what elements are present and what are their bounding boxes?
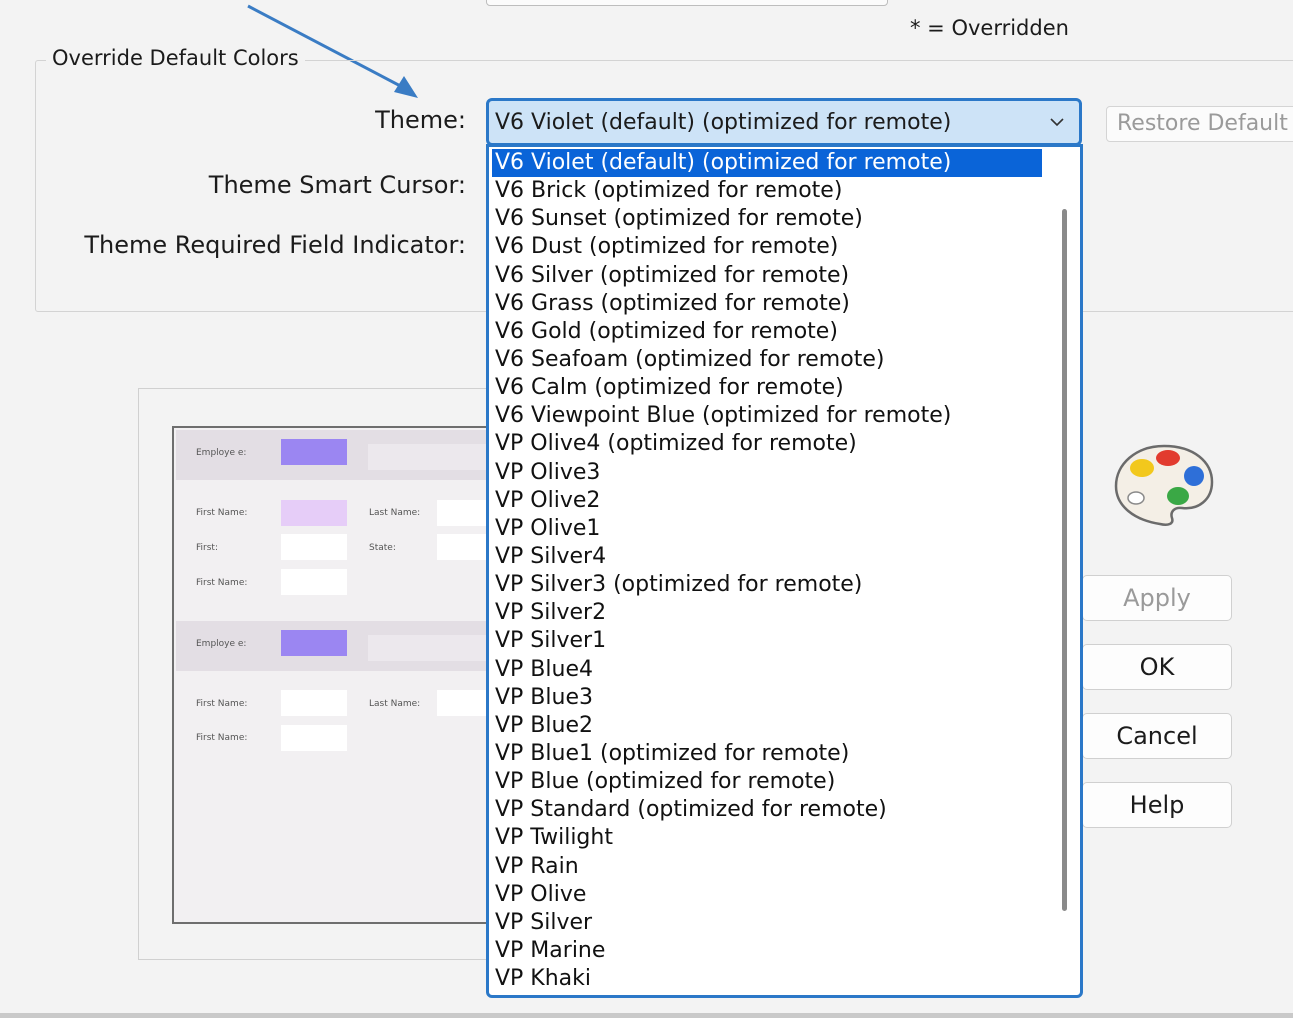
theme-combobox-value: V6 Violet (default) (optimized for remot… (495, 110, 952, 135)
preview-last-name-label: Last Name: (369, 508, 421, 518)
theme-option[interactable]: VP Silver4 (492, 543, 1042, 571)
preview-first-name-label: First Name: (196, 508, 248, 518)
theme-option[interactable]: V6 Sunset (optimized for remote) (492, 205, 1042, 233)
preview-first-name-label-3: First Name: (196, 699, 248, 709)
cancel-button[interactable]: Cancel (1082, 713, 1232, 759)
theme-option[interactable]: VP Olive2 (492, 487, 1042, 515)
theme-option[interactable]: V6 Brick (optimized for remote) (492, 177, 1042, 205)
apply-button[interactable]: Apply (1082, 575, 1232, 621)
help-button[interactable]: Help (1082, 782, 1232, 828)
theme-dropdown-list[interactable]: V6 Violet (default) (optimized for remot… (486, 144, 1083, 998)
theme-option[interactable]: VP Khaki (492, 965, 1042, 993)
restore-default-label: Restore Default (1117, 111, 1288, 136)
theme-option[interactable]: VP Blue4 (492, 656, 1042, 684)
theme-option[interactable]: VP Twilight (492, 824, 1042, 852)
theme-option[interactable]: V6 Gold (optimized for remote) (492, 318, 1042, 346)
theme-options-list: V6 Violet (default) (optimized for remot… (492, 149, 1042, 993)
theme-option[interactable]: VP Marine (492, 937, 1042, 965)
top-field-stub (486, 0, 888, 6)
preview-state-label: State: (369, 543, 396, 553)
ok-button[interactable]: OK (1082, 644, 1232, 690)
theme-option[interactable]: V6 Violet (default) (optimized for remot… (492, 149, 1042, 178)
theme-option[interactable]: VP Silver3 (optimized for remote) (492, 571, 1042, 599)
theme-option[interactable]: VP Silver (492, 909, 1042, 937)
theme-option[interactable]: VP Olive1 (492, 515, 1042, 543)
theme-option[interactable]: VP Rain (492, 853, 1042, 881)
theme-option[interactable]: VP Olive4 (optimized for remote) (492, 430, 1042, 458)
theme-option[interactable]: VP Olive (492, 881, 1042, 909)
theme-smart-cursor-label: Theme Smart Cursor: (208, 171, 466, 199)
preview-employee-label-2: Employe e: (196, 639, 247, 649)
preview-employee-label: Employe e: (196, 448, 247, 458)
theme-option[interactable]: VP Silver1 (492, 627, 1042, 655)
theme-option[interactable]: VP Blue1 (optimized for remote) (492, 740, 1042, 768)
theme-option[interactable]: V6 Viewpoint Blue (optimized for remote) (492, 402, 1042, 430)
theme-combobox[interactable]: V6 Violet (default) (optimized for remot… (486, 98, 1082, 146)
theme-option[interactable]: V6 Dust (optimized for remote) (492, 233, 1042, 261)
bottom-divider (0, 1013, 1293, 1018)
preview-primary-swatch-2 (281, 630, 347, 656)
theme-option[interactable]: VP Standard (optimized for remote) (492, 796, 1042, 824)
theme-option[interactable]: V6 Calm (optimized for remote) (492, 374, 1042, 402)
theme-option[interactable]: VP Blue (optimized for remote) (492, 768, 1042, 796)
preview-first-field (281, 534, 347, 560)
theme-option[interactable]: V6 Silver (optimized for remote) (492, 262, 1042, 290)
theme-option[interactable]: VP Olive3 (492, 459, 1042, 487)
preview-first-name-label-4: First Name: (196, 733, 248, 743)
preview-light-swatch (281, 500, 347, 526)
chevron-down-icon[interactable] (1049, 114, 1065, 130)
group-legend: Override Default Colors (46, 46, 305, 70)
preview-first-name-label-2: First Name: (196, 578, 248, 588)
preview-last-name-label-2: Last Name: (369, 699, 421, 709)
preview-primary-swatch (281, 439, 347, 465)
palette-icon[interactable] (1112, 440, 1216, 528)
theme-label: Theme: (375, 106, 466, 134)
overridden-note: * = Overridden (910, 16, 1069, 40)
theme-option[interactable]: V6 Seafoam (optimized for remote) (492, 346, 1042, 374)
preview-first-name-field-2 (281, 569, 347, 595)
theme-option[interactable]: VP Silver2 (492, 599, 1042, 627)
theme-option[interactable]: VP Blue3 (492, 684, 1042, 712)
dropdown-scrollbar[interactable] (1062, 209, 1067, 911)
restore-default-button[interactable]: Restore Default (1106, 106, 1293, 142)
preview-first-label: First: (196, 543, 218, 553)
theme-required-field-label: Theme Required Field Indicator: (84, 231, 466, 259)
theme-option[interactable]: VP Blue2 (492, 712, 1042, 740)
preview-first-name-field-3 (281, 690, 347, 716)
preview-first-name-field-4 (281, 725, 347, 751)
theme-option[interactable]: V6 Grass (optimized for remote) (492, 290, 1042, 318)
